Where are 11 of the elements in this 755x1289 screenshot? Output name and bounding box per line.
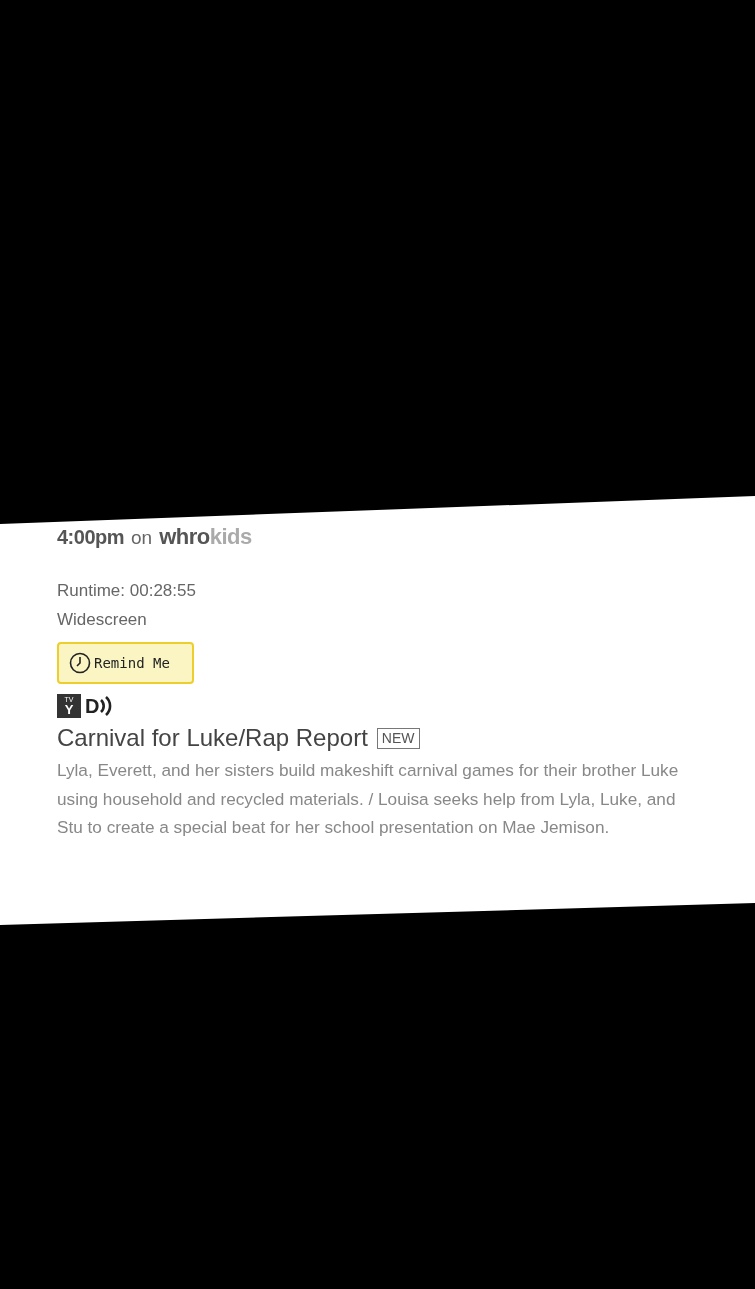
on-label: on	[131, 527, 153, 549]
air-time: 4:00pm	[57, 526, 125, 549]
clock-icon	[69, 652, 91, 674]
episode-description: Lyla, Everett, and her sisters build makeshift carnival games for their brother Luke using household and recycled materials. / Louisa seeks help from Lyla, Luke, and Stu to create a special beat for her school presentation on Mae Jemison.	[57, 759, 680, 839]
remind-me-button[interactable]: Remind Me	[57, 642, 194, 684]
new-badge: NEW	[376, 727, 420, 749]
detail-text: Widescreen	[57, 609, 148, 631]
detail-text: Runtime: 00:28:55	[57, 580, 197, 602]
channel-logo: whrokids	[159, 524, 252, 550]
audio-description-badge: D	[85, 694, 114, 718]
episode-title: Carnival for Luke/Rap Report	[57, 724, 368, 752]
